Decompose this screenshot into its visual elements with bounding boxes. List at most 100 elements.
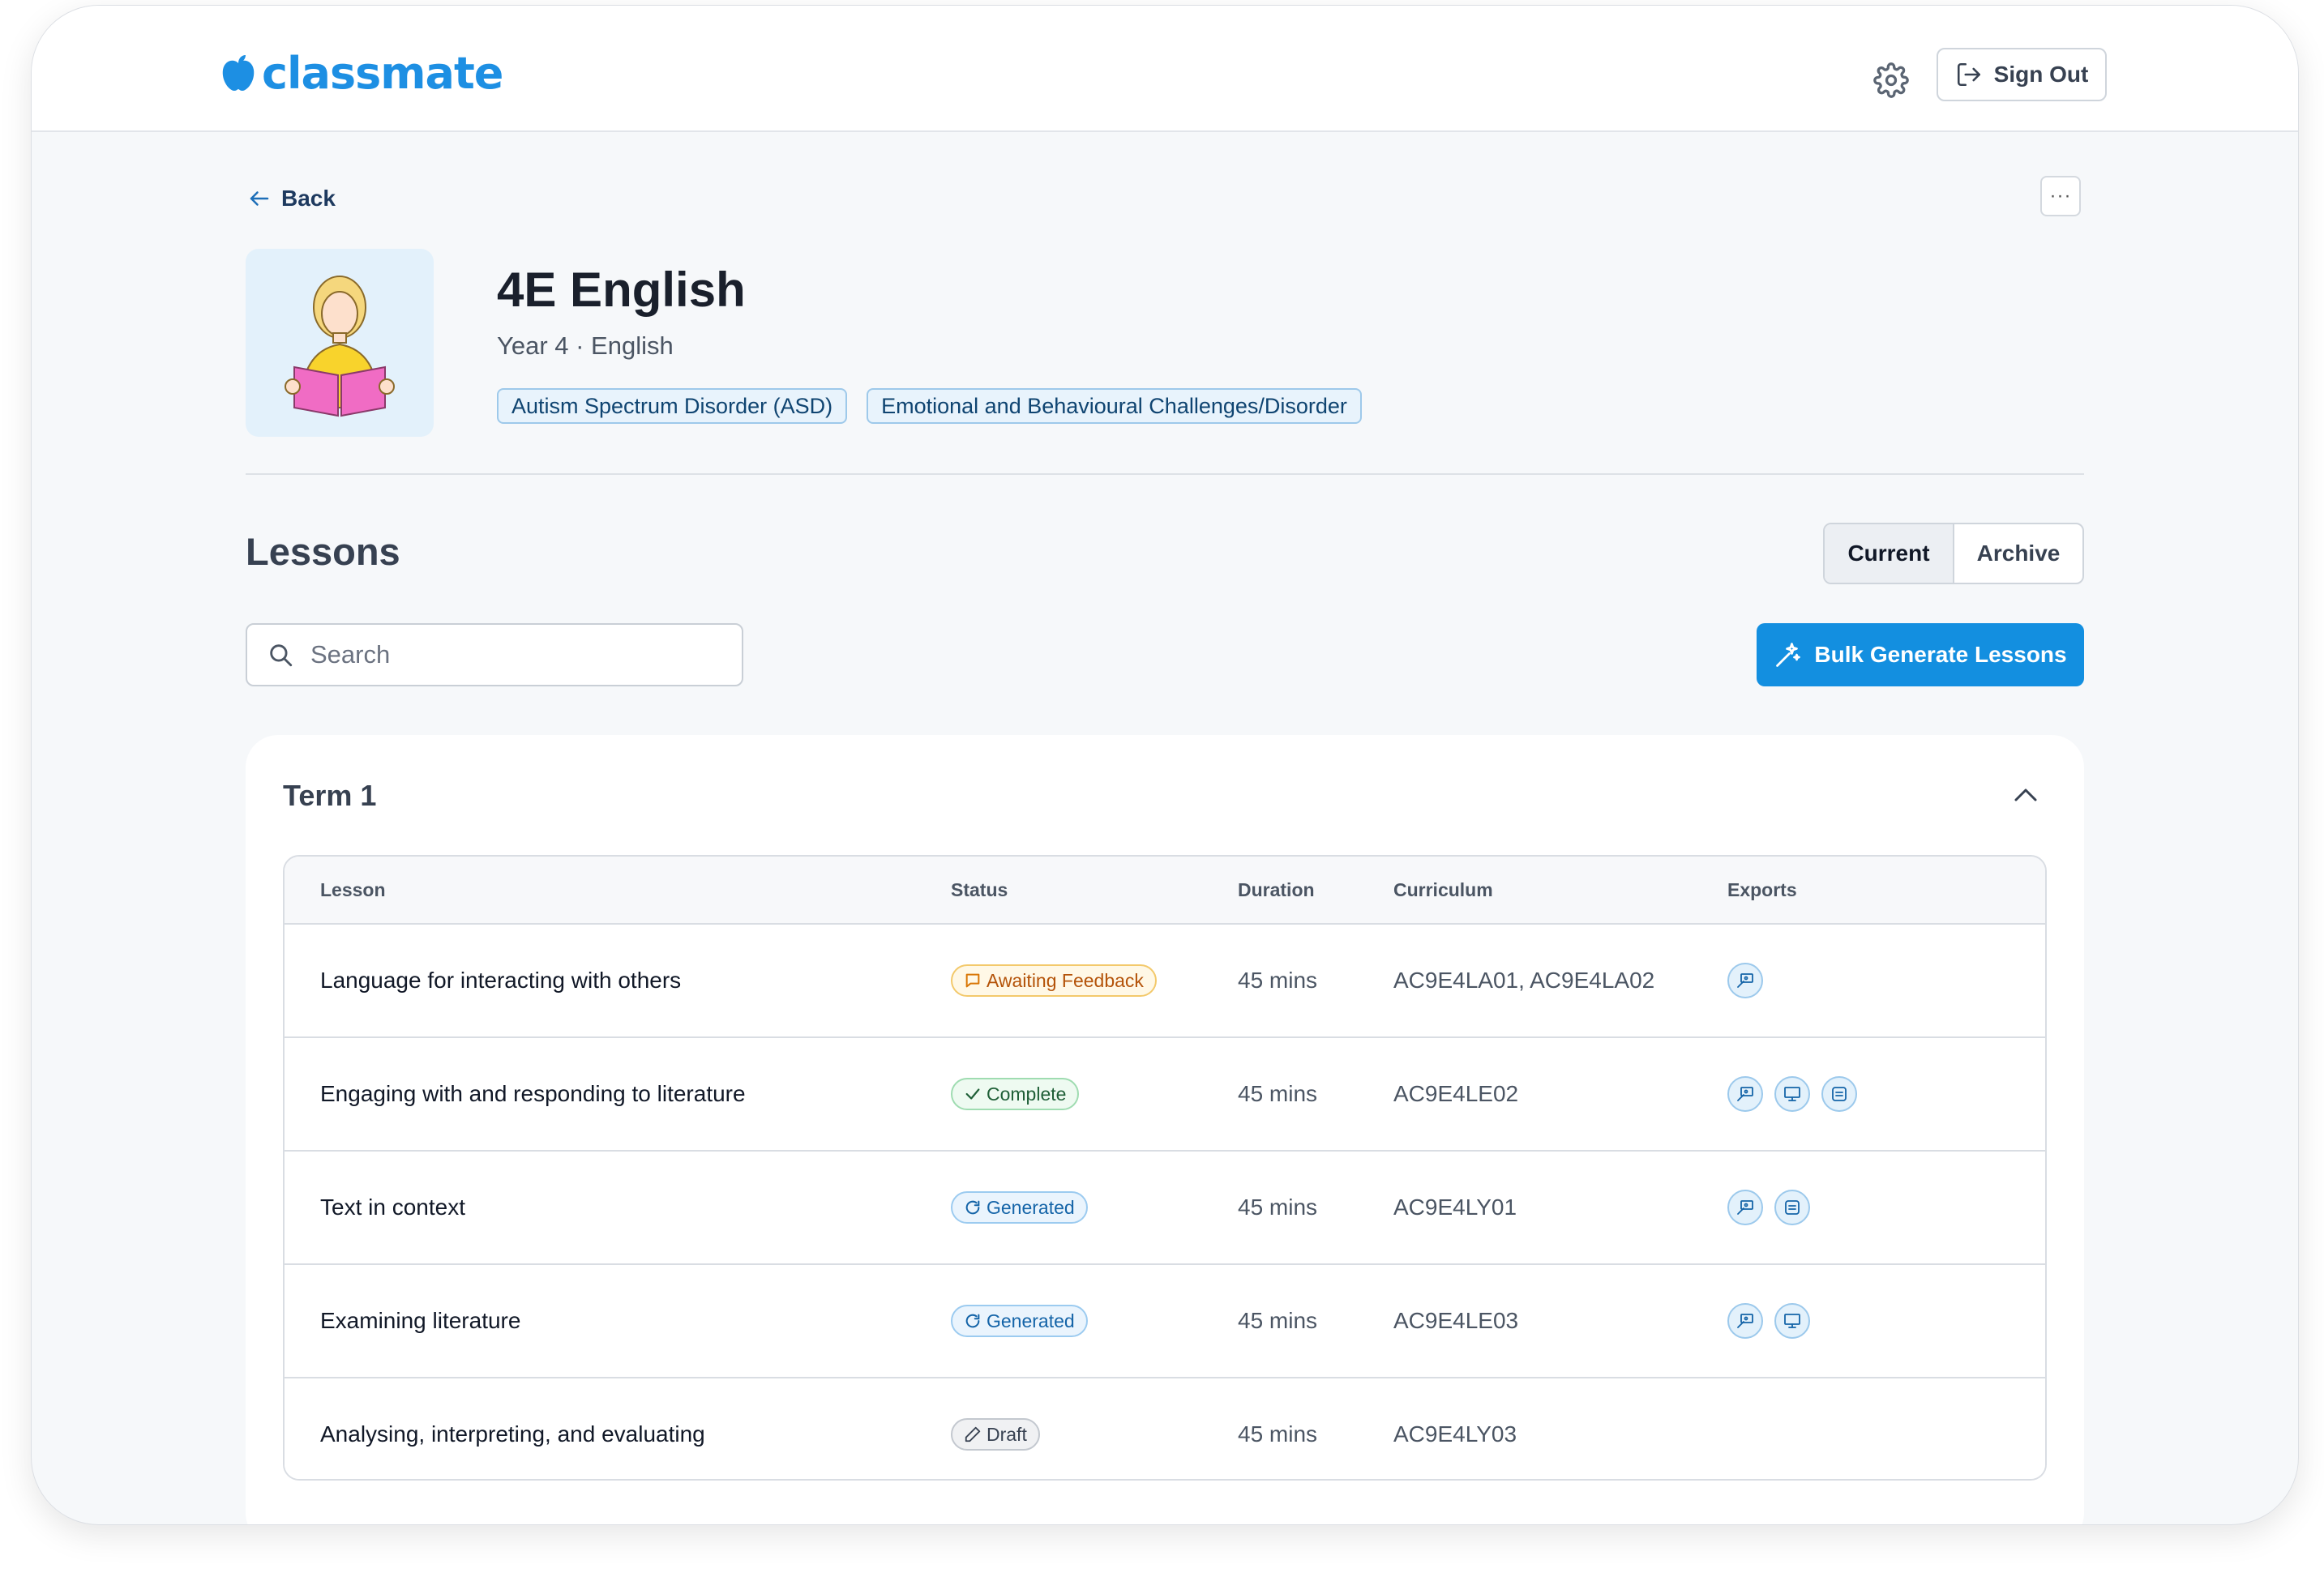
status-badge: Draft [951,1418,1040,1451]
column-header-duration: Duration [1238,879,1315,900]
logo-text: classmate [262,48,503,99]
apple-logo-icon [222,54,255,91]
slides-icon [1784,1087,1800,1101]
presenter-icon [1737,1087,1753,1101]
column-header-lesson: Lesson [320,879,386,900]
status-cell: Awaiting Feedback [951,964,1157,997]
export-worksheet-button[interactable] [1821,1076,1857,1112]
current-archive-toggle: Current Archive [1823,523,2084,584]
status-cell: Generated [951,1191,1088,1224]
table-row[interactable]: Engaging with and responding to literatu… [285,1038,2045,1152]
slides-icon [1784,1314,1800,1328]
column-header-exports: Exports [1727,879,1797,900]
duration-cell: 45 mins [1238,1081,1318,1106]
table-row[interactable]: Text in context Generated 45 mins AC9E4L… [285,1152,2045,1265]
status-cell: Complete [951,1078,1080,1110]
presenter-icon [1737,973,1753,988]
search-input[interactable] [309,639,717,670]
exports-cell [1727,1303,1810,1339]
pencil-icon [965,1426,981,1442]
logo[interactable]: classmate [220,48,503,99]
status-label: Draft [987,1423,1027,1445]
sparkle-wand-icon [1776,643,1801,667]
class-avatar [246,249,434,437]
status-label: Generated [987,1196,1075,1218]
status-badge: Awaiting Feedback [951,964,1157,997]
column-header-status: Status [951,879,1008,900]
table-row[interactable]: Language for interacting with others Awa… [285,925,2045,1038]
status-badge: Generated [951,1305,1088,1337]
table-row[interactable]: Examining literature Generated 45 mins A… [285,1265,2045,1378]
status-cell: Generated [951,1305,1088,1337]
divider [246,473,2084,475]
class-title: 4E English [497,263,746,317]
exports-cell [1727,963,1763,998]
table-header: Lesson Status Duration Curriculum Export… [285,857,2045,925]
status-label: Complete [987,1083,1067,1105]
status-label: Generated [987,1310,1075,1331]
needs-tags: Autism Spectrum Disorder (ASD) Emotional… [497,388,1362,424]
check-icon [965,1088,980,1100]
status-badge: Complete [951,1078,1080,1110]
exports-cell [1727,1190,1810,1225]
presenter-icon [1737,1200,1753,1215]
curriculum-cell: AC9E4LE02 [1393,1081,1519,1106]
tag-asd: Autism Spectrum Disorder (ASD) [497,388,848,424]
tab-archive[interactable]: Archive [1954,524,2082,583]
chevron-up-icon[interactable] [2013,785,2039,805]
refresh-icon [965,1314,980,1328]
duration-cell: 45 mins [1238,1195,1318,1220]
duration-cell: 45 mins [1238,1421,1318,1447]
back-label: Back [281,186,336,211]
sign-out-icon [1957,62,1980,87]
tab-current[interactable]: Current [1825,524,1954,583]
lesson-name[interactable]: Analysing, interpreting, and evaluating [320,1421,705,1447]
presenter-icon [1737,1314,1753,1328]
export-lesson-plan-button[interactable] [1727,1076,1763,1112]
curriculum-cell: AC9E4LY03 [1393,1421,1517,1447]
curriculum-cell: AC9E4LA01, AC9E4LA02 [1393,968,1655,993]
class-subtitle: Year 4 · English [497,331,674,360]
status-cell: Draft [951,1418,1040,1451]
export-slides-button[interactable] [1774,1076,1810,1112]
top-bar: classmate Sign Out [32,6,2298,132]
worksheet-icon [1785,1200,1800,1215]
term-section: Term 1 Lesson Status Duration Curriculum… [246,735,2084,1524]
student-reading-illustration [285,276,395,417]
gear-icon[interactable] [1873,62,1909,98]
chat-bubble-icon [965,973,980,988]
export-lesson-plan-button[interactable] [1727,1303,1763,1339]
search-icon [270,644,293,667]
lesson-name[interactable]: Examining literature [320,1308,520,1334]
more-icon: ··· [2049,185,2072,207]
lesson-name[interactable]: Engaging with and responding to literatu… [320,1081,746,1107]
lesson-name[interactable]: Text in context [320,1195,465,1220]
status-badge: Generated [951,1191,1088,1224]
back-link[interactable]: Back [247,186,336,212]
exports-cell [1727,1076,1857,1112]
bulk-generate-label: Bulk Generate Lessons [1814,642,2067,667]
duration-cell: 45 mins [1238,968,1318,993]
status-label: Awaiting Feedback [987,969,1144,991]
column-header-curriculum: Curriculum [1393,879,1493,900]
term-title: Term 1 [283,779,377,812]
arrow-left-icon [250,191,269,206]
sign-out-button[interactable]: Sign Out [1937,48,2107,101]
lessons-heading: Lessons [246,530,400,573]
app-window: classmate Sign Out Back ··· 4E English Y… [31,5,2299,1525]
curriculum-cell: AC9E4LY01 [1393,1195,1517,1220]
lessons-table: Lesson Status Duration Curriculum Export… [283,855,2047,1481]
lesson-name[interactable]: Language for interacting with others [320,968,681,994]
export-worksheet-button[interactable] [1774,1190,1810,1225]
more-options-button[interactable]: ··· [2040,176,2081,216]
worksheet-icon [1832,1087,1847,1101]
table-row[interactable]: Analysing, interpreting, and evaluating … [285,1378,2045,1479]
export-lesson-plan-button[interactable] [1727,1190,1763,1225]
duration-cell: 45 mins [1238,1308,1318,1333]
export-slides-button[interactable] [1774,1303,1810,1339]
export-lesson-plan-button[interactable] [1727,963,1763,998]
bulk-generate-button[interactable]: Bulk Generate Lessons [1757,623,2084,686]
tag-ebd: Emotional and Behavioural Challenges/Dis… [867,388,1362,424]
curriculum-cell: AC9E4LE03 [1393,1308,1519,1333]
sign-out-label: Sign Out [1993,62,2089,87]
